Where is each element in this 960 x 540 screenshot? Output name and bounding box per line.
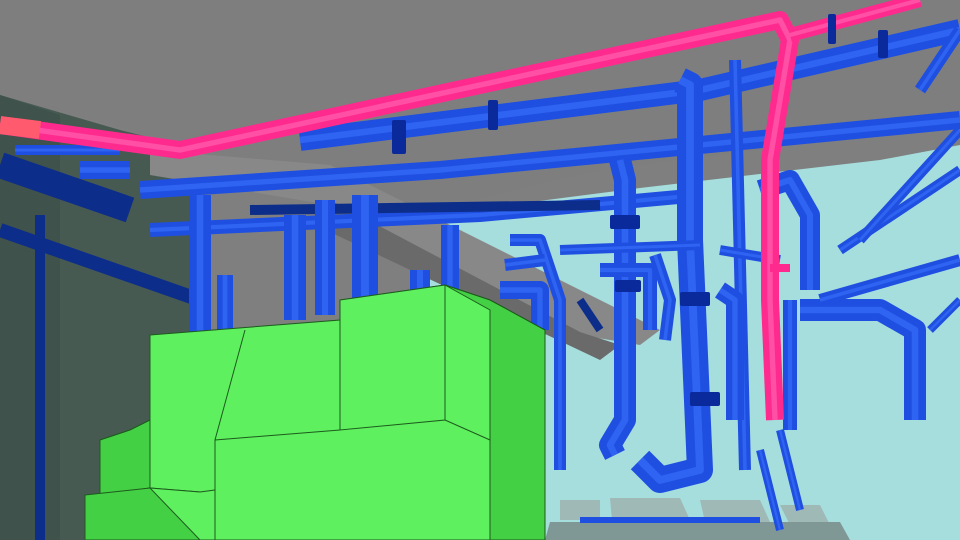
- pipe-flange: [690, 392, 720, 406]
- pink-pipe-end: [0, 116, 42, 139]
- 3d-model-viewport[interactable]: [0, 0, 960, 540]
- pipe-flange: [828, 14, 836, 44]
- pipe-flange: [680, 292, 710, 306]
- pipe-flange: [488, 100, 498, 130]
- pipe-flange: [878, 30, 888, 58]
- pipe-cross-long: [559, 240, 701, 255]
- pipe-dark-run: [249, 200, 601, 215]
- pipe-flange: [615, 280, 641, 292]
- pipe-model-render: [0, 0, 960, 540]
- pipe-cross-left: [504, 254, 546, 271]
- pipe-flange: [392, 120, 406, 154]
- pipe-flange: [610, 215, 640, 229]
